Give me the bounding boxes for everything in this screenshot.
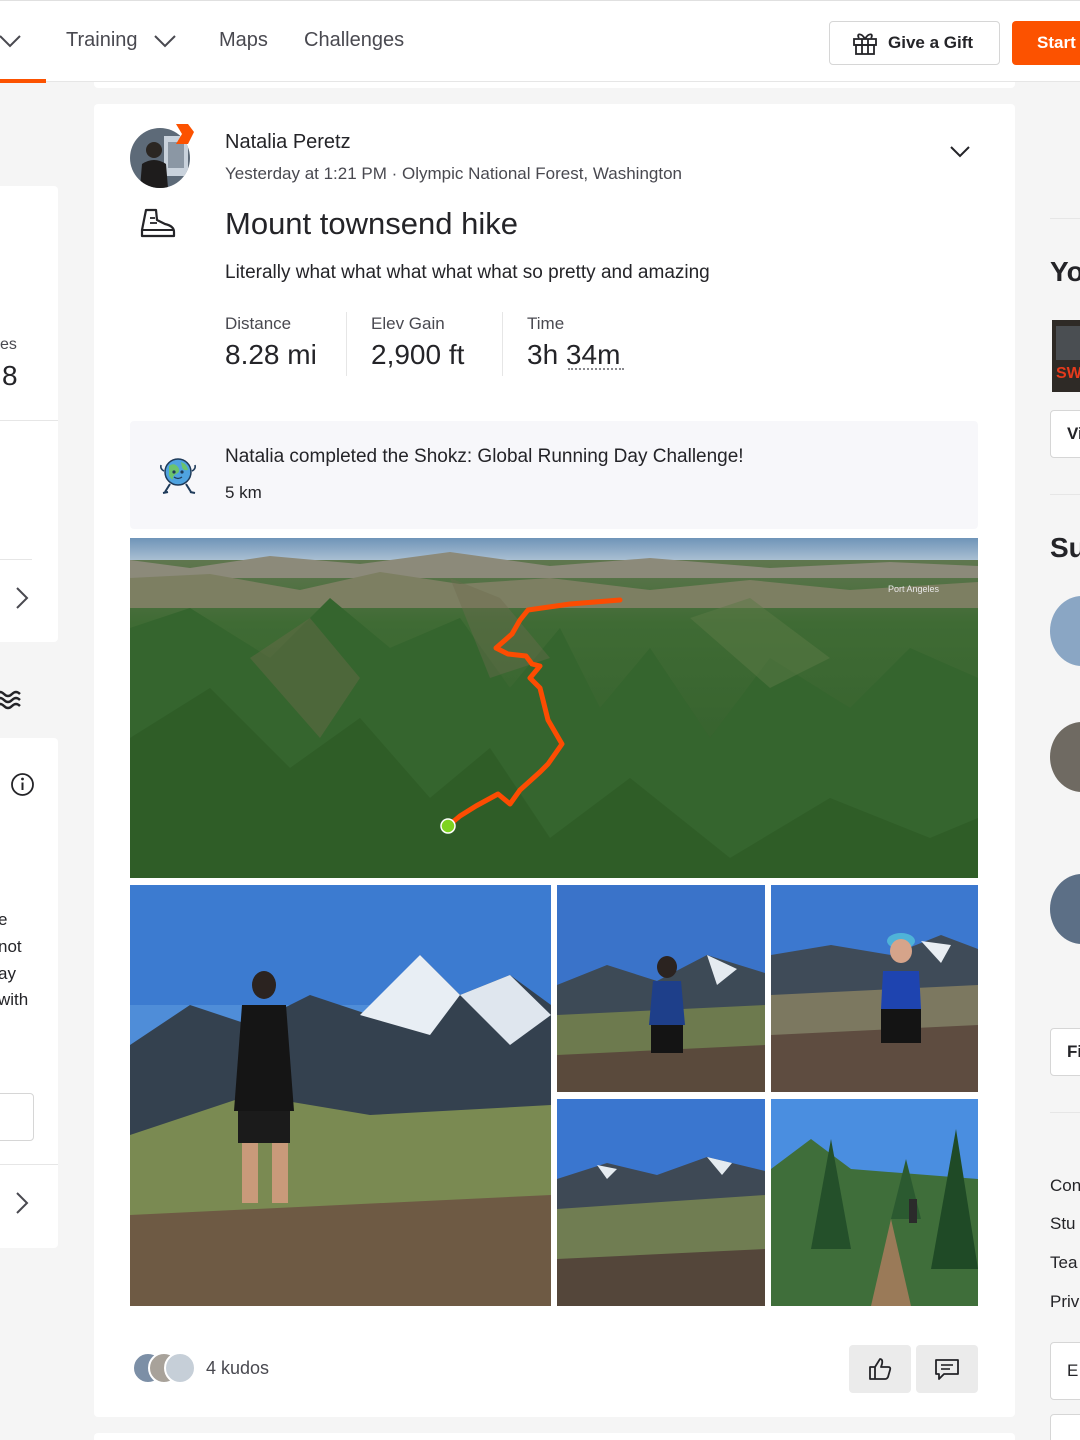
- stat-label: Distance: [225, 314, 292, 333]
- left-text-fragment: e: [0, 910, 8, 929]
- divider: [346, 312, 347, 376]
- athlete-name[interactable]: Natalia Peretz: [225, 131, 351, 154]
- gift-icon: [853, 33, 877, 55]
- activity-photo[interactable]: [771, 1099, 978, 1306]
- thumbs-up-icon: [869, 1358, 892, 1380]
- stat-label: Time: [527, 314, 565, 333]
- activity-title[interactable]: Mount townsend hike: [225, 206, 518, 242]
- chevron-down-icon[interactable]: [153, 32, 177, 50]
- chevron-down-icon[interactable]: [949, 144, 971, 160]
- avatar[interactable]: [1050, 596, 1080, 666]
- left-text-fragment: ay: [0, 964, 16, 983]
- tooltip-underline: [568, 368, 624, 370]
- avatar: [164, 1352, 196, 1384]
- kudos-avatars[interactable]: [132, 1352, 202, 1384]
- divider: [1050, 494, 1080, 495]
- subscriber-badge-icon: [176, 124, 194, 144]
- challenge-achievement[interactable]: Natalia completed the Shokz: Global Runn…: [130, 421, 978, 529]
- nav-challenges[interactable]: Challenges: [304, 29, 404, 52]
- left-text-fragment: not: [0, 937, 22, 956]
- chevron-right-icon[interactable]: [14, 1191, 30, 1215]
- footer-link[interactable]: Priv: [1050, 1292, 1079, 1312]
- stat-time: Time 3h 34m: [527, 314, 620, 371]
- stat-label: Elev Gain: [371, 314, 445, 333]
- avatar[interactable]: [1050, 722, 1080, 792]
- stat-distance: Distance 8.28 mi: [225, 314, 317, 371]
- info-icon[interactable]: [10, 772, 35, 797]
- activity-description: Literally what what what what what so pr…: [225, 262, 710, 283]
- wave-icon: [0, 690, 21, 710]
- sidebar-button[interactable]: [1050, 1414, 1080, 1440]
- footer-link[interactable]: Stu: [1050, 1214, 1076, 1234]
- language-select[interactable]: E: [1050, 1342, 1080, 1400]
- divider: [0, 1164, 58, 1165]
- right-sidebar: Yo SW Vi Su Fi Con Stu Tea Priv E: [1030, 82, 1080, 1440]
- top-navigation: Training Maps Challenges Give a Gift Sta…: [0, 0, 1080, 83]
- avatar[interactable]: [1050, 874, 1080, 944]
- kudos-count[interactable]: 4 kudos: [206, 1358, 269, 1379]
- left-stat-label: es: [0, 336, 17, 353]
- activity-photo[interactable]: [771, 885, 978, 1092]
- divider: [1050, 218, 1080, 219]
- activity-photo[interactable]: [557, 885, 765, 1092]
- divider: [502, 312, 503, 376]
- sidebar-heading: Yo: [1050, 256, 1080, 287]
- give-gift-button[interactable]: Give a Gift: [829, 21, 1000, 65]
- stat-value: 2,900 ft: [371, 339, 465, 370]
- stat-value: 8.28 mi: [225, 339, 317, 370]
- previous-feed-card: [94, 82, 1015, 88]
- comment-button[interactable]: [916, 1345, 978, 1393]
- active-nav-indicator: [0, 79, 46, 83]
- earth-badge-icon: [160, 458, 196, 494]
- chevron-down-icon[interactable]: [0, 31, 24, 51]
- activity-date-location: Yesterday at 1:21 PM · Olympic National …: [225, 164, 682, 183]
- sidebar-find-button[interactable]: Fi: [1050, 1028, 1080, 1076]
- divider: [0, 559, 32, 560]
- activity-photo[interactable]: [557, 1099, 765, 1306]
- left-button[interactable]: [0, 1093, 34, 1141]
- activity-photo[interactable]: [130, 885, 551, 1306]
- give-kudos-button[interactable]: [849, 1345, 911, 1393]
- challenge-distance: 5 km: [225, 483, 262, 502]
- route-map[interactable]: Port Angeles: [130, 538, 978, 878]
- divider: [1050, 1112, 1080, 1113]
- stat-value[interactable]: 3h 34m: [527, 339, 620, 371]
- comment-icon: [935, 1359, 959, 1380]
- svg-text:SW: SW: [1056, 365, 1080, 382]
- footer-link[interactable]: Tea: [1050, 1253, 1077, 1273]
- sidebar-heading: Su: [1050, 532, 1080, 563]
- start-trial-button[interactable]: Start: [1012, 21, 1080, 65]
- divider: [0, 420, 58, 421]
- left-text-fragment: with: [0, 990, 29, 1009]
- map-place-label: Port Angeles: [888, 584, 940, 594]
- chevron-right-icon[interactable]: [14, 586, 30, 610]
- nav-training[interactable]: Training: [66, 29, 138, 52]
- hike-shoe-icon: [140, 208, 176, 238]
- nav-maps[interactable]: Maps: [219, 29, 268, 52]
- left-stat-value: 8: [2, 360, 18, 391]
- activity-card: Natalia Peretz Yesterday at 1:21 PM · Ol…: [94, 104, 1015, 1417]
- challenge-title[interactable]: Natalia completed the Shokz: Global Runn…: [225, 446, 744, 468]
- left-profile-card: [0, 186, 58, 642]
- challenge-thumbnail[interactable]: SW: [1052, 320, 1080, 392]
- stat-elevation-gain: Elev Gain 2,900 ft: [371, 314, 464, 371]
- give-gift-label: Give a Gift: [888, 33, 974, 52]
- footer-link[interactable]: Con: [1050, 1176, 1080, 1196]
- sidebar-view-button[interactable]: Vi: [1050, 410, 1080, 458]
- next-feed-card: [94, 1433, 1015, 1440]
